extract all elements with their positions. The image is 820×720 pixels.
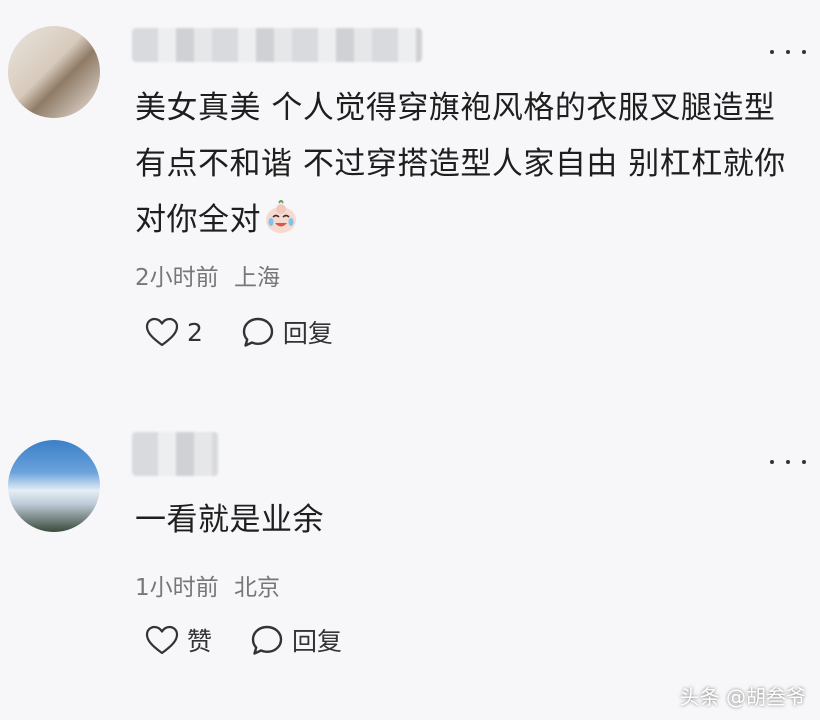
more-options-button[interactable] [770, 452, 806, 472]
comment-actions: 赞 回复 [145, 622, 342, 658]
comment-text: 一看就是业余 [135, 502, 324, 538]
speech-bubble-icon [242, 317, 274, 347]
like-button[interactable]: 赞 [145, 622, 212, 658]
username-blurred[interactable] [132, 432, 218, 476]
more-dot [786, 50, 790, 54]
comment-time: 2小时前 [135, 265, 219, 291]
heart-icon [145, 317, 179, 347]
reply-label: 回复 [292, 627, 343, 656]
more-dot [786, 460, 790, 464]
reply-button[interactable]: 回复 [241, 314, 333, 350]
more-dot [802, 50, 806, 54]
username-blurred[interactable] [132, 28, 422, 62]
like-count: 2 [187, 317, 203, 347]
comment-body: 美女真美 个人觉得穿旗袍风格的衣服叉腿造型有点不和谐 不过穿搭造型人家自由 别杠… [135, 90, 786, 238]
comment-actions: 2 回复 [145, 314, 333, 350]
comment-meta: 1小时前 北京 [135, 568, 280, 602]
heart-icon [145, 625, 179, 655]
avatar[interactable] [8, 26, 100, 118]
avatar[interactable] [8, 440, 100, 532]
comment-item: 美女真美 个人觉得穿旗袍风格的衣服叉腿造型有点不和谐 不过穿搭造型人家自由 别杠… [0, 0, 820, 400]
crying-laughing-emoji-icon [266, 199, 296, 233]
speech-bubble-icon [251, 625, 283, 655]
reply-button[interactable]: 回复 [250, 622, 342, 658]
comment-time: 1小时前 [135, 575, 219, 601]
more-dot [770, 50, 774, 54]
comment-text: 美女真美 个人觉得穿旗袍风格的衣服叉腿造型有点不和谐 不过穿搭造型人家自由 别杠… [135, 80, 795, 248]
more-dot [770, 460, 774, 464]
more-options-button[interactable] [770, 42, 806, 62]
like-label: 赞 [187, 627, 213, 656]
more-dot [802, 460, 806, 464]
watermark: 头条 @胡叁爷 [679, 685, 806, 709]
comment-item: 一看就是业余 1小时前 北京 赞 回复 [0, 400, 820, 720]
comment-meta: 2小时前 上海 [135, 258, 280, 292]
reply-label: 回复 [282, 319, 333, 348]
comment-location: 北京 [233, 575, 280, 601]
like-button[interactable]: 2 [145, 317, 203, 347]
comment-location: 上海 [233, 265, 280, 291]
